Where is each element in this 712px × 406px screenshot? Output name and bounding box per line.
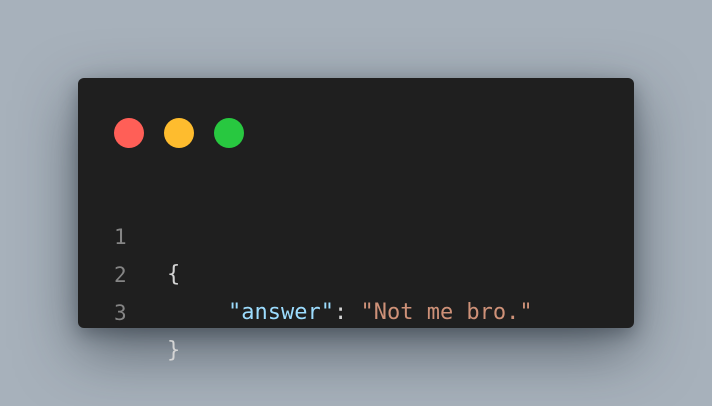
code-line: 2 "answer": "Not me bro." [78,218,634,325]
code-snippet-window: 1 { 2 "answer": "Not me bro." 3 } [78,78,634,363]
close-window-dot-icon[interactable] [114,118,144,148]
maximize-window-dot-icon[interactable] [214,118,244,148]
line-number: 3 [114,301,127,325]
code-line: 3 } [78,256,634,363]
json-key-token: "answer" [228,300,334,325]
line-content: "answer": "Not me bro." [228,294,533,332]
minimize-window-dot-icon[interactable] [164,118,194,148]
json-string-value-token: "Not me bro." [360,300,533,325]
code-line: 1 { [78,180,634,287]
colon-token: : [333,300,361,325]
code-block: 1 { 2 "answer": "Not me bro." 3 } [78,180,634,363]
line-content: } [167,332,180,370]
close-brace-token: } [167,338,181,363]
page-background: 1 { 2 "answer": "Not me bro." 3 } [0,0,712,406]
